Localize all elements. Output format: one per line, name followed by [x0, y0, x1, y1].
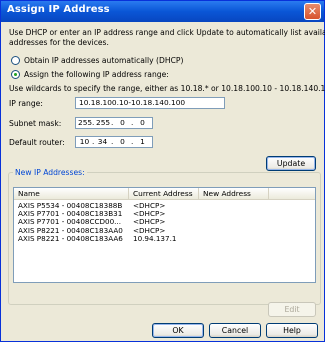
- router-dot-2: .: [111, 137, 114, 146]
- subnet-octet-3: 0: [120, 118, 125, 127]
- column-header-new-address[interactable]: New Address: [199, 188, 269, 199]
- window-title: Assign IP Address: [7, 4, 110, 15]
- ip-range-radio[interactable]: [11, 70, 20, 79]
- router-octet-3: 0: [120, 137, 125, 146]
- new-ip-addresses-label: New IP Addresses:: [13, 168, 87, 177]
- intro-text-line1: Use DHCP or enter an IP address range an…: [9, 28, 325, 37]
- edit-button[interactable]: Edit: [268, 302, 316, 317]
- intro-text-line2: addresses for the devices.: [9, 38, 109, 47]
- assign-ip-dialog: Assign IP Address ✕ Use DHCP or enter an…: [0, 0, 325, 342]
- title-bar[interactable]: Assign IP Address ✕: [1, 1, 324, 22]
- device-name-cell: AXIS P8221 - 00408C183AA6: [18, 233, 123, 243]
- subnet-octet-4: 0: [140, 118, 145, 127]
- ip-range-input[interactable]: 10.18.100.10-10.18.140.100: [75, 97, 225, 109]
- subnet-octet-2: 255: [96, 118, 111, 127]
- default-router-label: Default router:: [9, 138, 65, 147]
- router-octet-4: 1: [140, 137, 145, 146]
- subnet-mask-label: Subnet mask:: [9, 119, 62, 128]
- column-header-name[interactable]: Name: [14, 188, 129, 199]
- ip-range-radio-label[interactable]: Assign the following IP address range:: [24, 70, 169, 79]
- close-button[interactable]: ✕: [304, 3, 321, 20]
- dhcp-radio-label[interactable]: Obtain IP addresses automatically (DHCP): [24, 56, 183, 65]
- ip-range-label: IP range:: [9, 99, 43, 108]
- default-router-input[interactable]: 10 . 34 . 0 . 1: [75, 136, 153, 148]
- subnet-mask-input[interactable]: 255 . 255 . 0 . 0: [75, 117, 153, 129]
- help-button[interactable]: Help: [266, 323, 318, 338]
- update-button[interactable]: Update: [266, 156, 316, 171]
- device-list-header: Name Current Address New Address: [14, 188, 315, 200]
- wildcard-hint: Use wildcards to specify the range, eith…: [9, 84, 325, 93]
- dhcp-radio[interactable]: [11, 56, 20, 65]
- cancel-button[interactable]: Cancel: [209, 323, 261, 338]
- current-address-cell: 10.94.137.1: [133, 233, 177, 243]
- column-header-current-address[interactable]: Current Address: [129, 188, 199, 199]
- table-row[interactable]: AXIS P8221 - 00408C183AA6 10.94.137.1: [14, 233, 315, 243]
- router-dot-1: .: [92, 137, 95, 146]
- router-dot-3: .: [131, 137, 134, 146]
- device-list[interactable]: Name Current Address New Address AXIS P5…: [13, 187, 316, 283]
- router-octet-1: 10: [79, 137, 90, 146]
- router-octet-2: 34: [97, 137, 108, 146]
- subnet-dot-3: .: [131, 118, 134, 127]
- subnet-octet-1: 255: [78, 118, 93, 127]
- subnet-dot-1: .: [92, 118, 95, 127]
- subnet-dot-2: .: [111, 118, 114, 127]
- ok-button[interactable]: OK: [152, 323, 204, 338]
